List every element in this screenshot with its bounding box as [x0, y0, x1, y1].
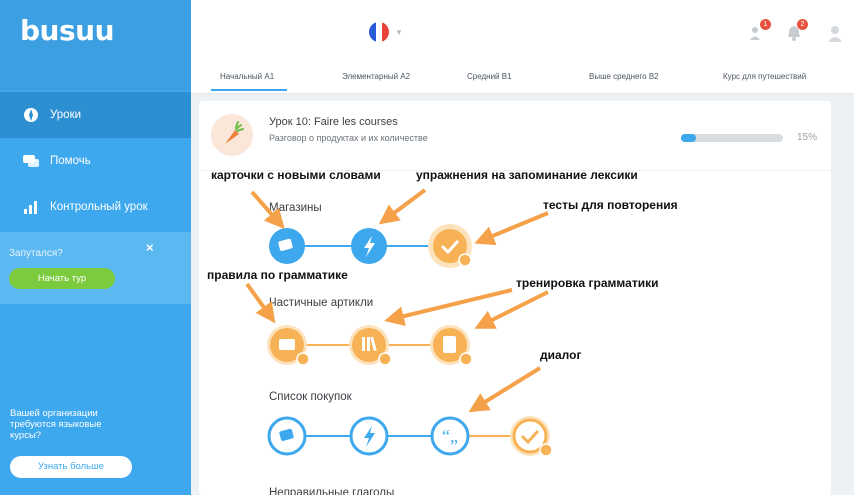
annotation-flashcards: карточки с новыми словами	[211, 168, 381, 182]
lesson-subtitle: Разговор о продуктах и их количестве	[269, 133, 428, 143]
group-title-shops: Магазины	[269, 202, 322, 214]
bar-chart-icon	[22, 198, 40, 216]
tab-travel[interactable]: Курс для путешествий	[723, 72, 806, 81]
logo-bar: busuu	[0, 0, 191, 90]
active-tab-indicator	[211, 89, 287, 91]
annotation-grammar-rules: правила по грамматике	[207, 268, 348, 282]
french-flag-icon[interactable]	[369, 22, 389, 42]
top-bar: ▼ 1 2	[191, 0, 854, 64]
notification-badge: 1	[760, 19, 771, 30]
sidebar-item-label: Контрольный урок	[50, 201, 148, 213]
lessons-icon	[22, 106, 40, 124]
group-title-partitive: Частичные артикли	[269, 297, 374, 309]
lesson-card: Урок 10: Faire les courses Разговор о пр…	[199, 101, 831, 495]
tab-b2[interactable]: Выше среднего В2	[589, 72, 659, 81]
carrot-icon	[211, 114, 253, 156]
annotation-review-tests: тесты для повторения	[543, 198, 678, 212]
group-title-shopping-list: Список покупок	[269, 391, 352, 403]
sidebar: busuu Уроки Помочь Контрольный урок Запу…	[0, 0, 191, 495]
annotation-vocab-exercises: упражнения на запоминание лексики	[416, 168, 638, 182]
chevron-down-icon[interactable]: ▼	[395, 28, 403, 37]
progress-fill	[681, 134, 697, 142]
sidebar-item-lessons[interactable]: Уроки	[0, 92, 191, 138]
chat-icon	[22, 152, 40, 170]
annotation-grammar-practice: тренировка грамматики	[516, 276, 659, 290]
close-icon[interactable]: ×	[146, 240, 154, 255]
busuu-logo[interactable]: busuu	[20, 14, 115, 47]
tab-b1[interactable]: Средний В1	[467, 72, 512, 81]
avatar-icon[interactable]	[826, 24, 844, 42]
sidebar-item-help[interactable]: Помочь	[0, 138, 191, 184]
tab-a2[interactable]: Элементарный А2	[342, 72, 410, 81]
annotation-dialog: диалог	[540, 348, 582, 362]
learn-more-button[interactable]: Узнать больше	[10, 456, 132, 478]
start-tour-button[interactable]: Начать тур	[9, 268, 115, 289]
progress-bar	[681, 134, 783, 142]
level-tabs: Начальный А1 Элементарный А2 Средний В1 …	[191, 64, 854, 94]
bell-icon[interactable]: 2	[785, 19, 808, 42]
progress-percent: 15%	[797, 132, 818, 143]
org-promo-text: Вашей организации требуются языковые кур…	[10, 408, 102, 441]
sidebar-item-label: Помочь	[50, 155, 91, 167]
help-title: Запутался?	[9, 248, 63, 259]
bell-badge: 2	[797, 19, 808, 30]
tab-a1[interactable]: Начальный А1	[220, 72, 274, 81]
sidebar-item-label: Уроки	[50, 109, 82, 121]
sidebar-item-placement-test[interactable]: Контрольный урок	[0, 184, 191, 230]
help-box: Запутался? × Начать тур	[0, 232, 191, 304]
lesson-header[interactable]: Урок 10: Faire les courses Разговор о пр…	[199, 101, 831, 171]
group-title-irregular-verbs: Неправильные глаголы	[269, 487, 395, 495]
friends-icon[interactable]: 1	[748, 19, 771, 42]
lesson-title: Урок 10: Faire les courses	[269, 116, 398, 128]
